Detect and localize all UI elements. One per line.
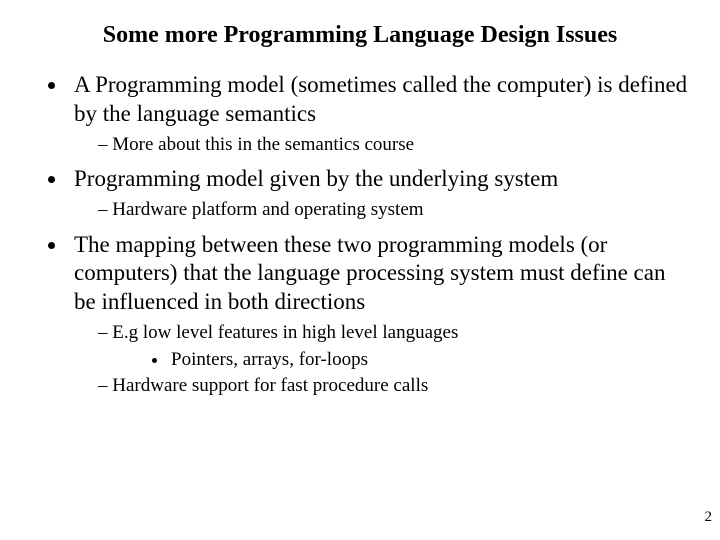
sub-bullet-text: More about this in the semantics course (112, 134, 414, 155)
sub-sub-bullet-list: Pointers, arrays, for-loops (115, 348, 690, 373)
sub-bullet-item: More about this in the semantics course (98, 133, 690, 158)
sub-bullet-text: E.g low level features in high level lan… (112, 322, 458, 343)
page-number: 2 (705, 509, 713, 526)
sub-sub-bullet-text: Pointers, arrays, for-loops (171, 349, 368, 370)
bullet-text: A Programming model (sometimes called th… (74, 72, 687, 126)
bullet-item: A Programming model (sometimes called th… (68, 71, 690, 157)
sub-bullet-item: Hardware support for fast procedure call… (98, 374, 690, 399)
sub-bullet-list: Hardware platform and operating system (74, 198, 690, 223)
bullet-item: The mapping between these two programmin… (68, 231, 690, 399)
sub-bullet-list: E.g low level features in high level lan… (74, 321, 690, 399)
slide: Some more Programming Language Design Is… (0, 0, 720, 540)
bullet-list: A Programming model (sometimes called th… (30, 71, 690, 399)
sub-bullet-text: Hardware support for fast procedure call… (112, 375, 428, 396)
sub-bullet-text: Hardware platform and operating system (112, 199, 423, 220)
sub-bullet-list: More about this in the semantics course (74, 133, 690, 158)
bullet-item: Programming model given by the underlyin… (68, 165, 690, 222)
bullet-text: Programming model given by the underlyin… (74, 166, 558, 191)
sub-sub-bullet-item: Pointers, arrays, for-loops (169, 348, 690, 373)
sub-bullet-item: Hardware platform and operating system (98, 198, 690, 223)
sub-bullet-item: E.g low level features in high level lan… (98, 321, 690, 372)
slide-title: Some more Programming Language Design Is… (30, 22, 690, 49)
bullet-text: The mapping between these two programmin… (74, 232, 665, 315)
